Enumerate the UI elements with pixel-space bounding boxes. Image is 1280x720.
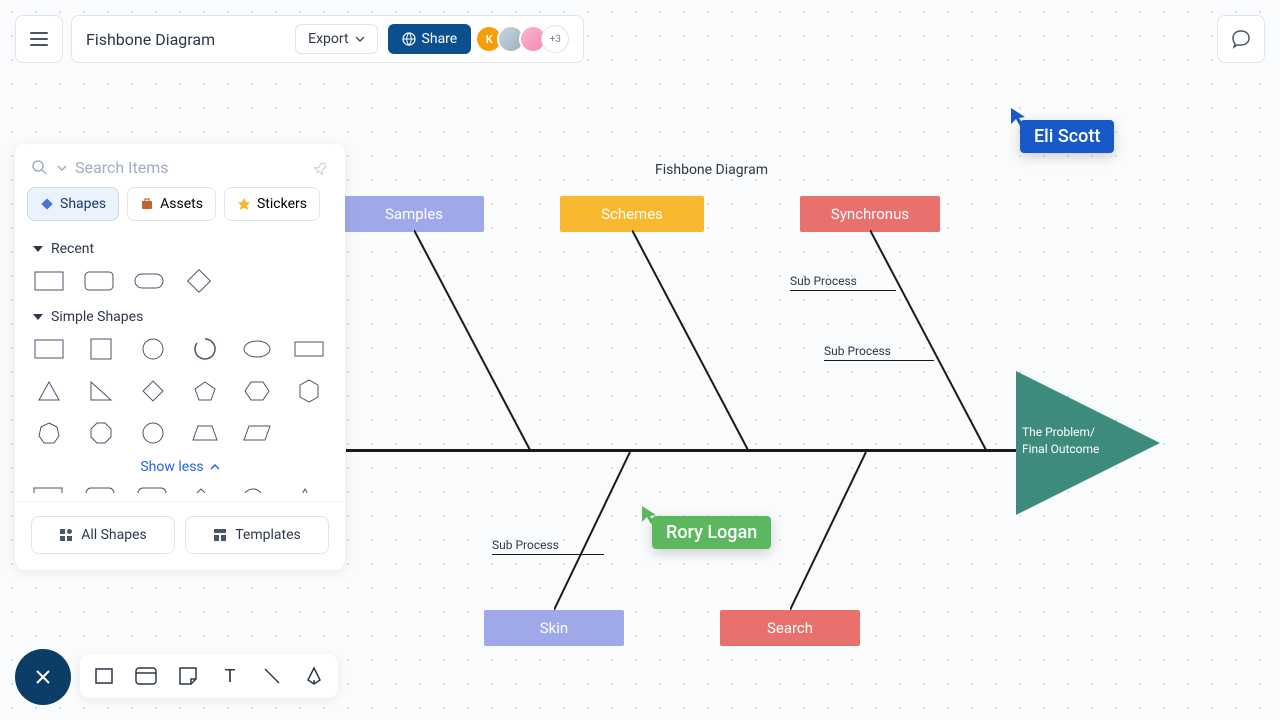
- export-button[interactable]: Export: [295, 24, 377, 54]
- tool-text[interactable]: T: [216, 662, 244, 690]
- star-icon: [237, 197, 251, 211]
- shape-triangle[interactable]: [33, 379, 65, 403]
- shape-heptagon[interactable]: [33, 421, 65, 445]
- comment-button[interactable]: [1217, 15, 1265, 63]
- template-icon: [213, 528, 227, 542]
- search-input[interactable]: [75, 158, 305, 177]
- briefcase-icon: [140, 197, 154, 211]
- sub-process-line[interactable]: [824, 360, 934, 361]
- shape-decagon[interactable]: [137, 421, 169, 445]
- caret-down-icon: [33, 314, 43, 320]
- section-recent[interactable]: Recent: [15, 231, 345, 263]
- svg-text:T: T: [225, 667, 236, 685]
- caret-down-icon: [33, 246, 43, 252]
- bottom-toolbar: T: [80, 654, 338, 698]
- templates-button[interactable]: Templates: [185, 516, 329, 554]
- sub-process-line[interactable]: [492, 554, 604, 555]
- shape-partial[interactable]: [33, 487, 65, 493]
- shape-diamond[interactable]: [183, 269, 215, 293]
- shape-rect-thin[interactable]: [293, 337, 325, 361]
- shape-pentagon[interactable]: [189, 379, 221, 403]
- shape-partial[interactable]: [293, 487, 325, 493]
- chevron-down-icon: [355, 36, 365, 42]
- shape-ellipse[interactable]: [241, 337, 273, 361]
- box-schemes[interactable]: Schemes: [560, 196, 704, 232]
- title-bar: Fishbone Diagram Export Share K +3: [71, 15, 584, 63]
- box-synchronus[interactable]: Synchronus: [800, 196, 940, 232]
- shape-diamond[interactable]: [137, 379, 169, 403]
- shape-rounded-rect[interactable]: [83, 269, 115, 293]
- shape-parallelogram[interactable]: [241, 421, 273, 445]
- share-button[interactable]: Share: [388, 24, 472, 54]
- sub-process-label[interactable]: Sub Process: [790, 274, 857, 288]
- shape-octagon[interactable]: [85, 421, 117, 445]
- diamond-icon: [40, 197, 54, 211]
- box-samples[interactable]: Samples: [344, 196, 484, 232]
- shape-circle[interactable]: [137, 337, 169, 361]
- cursor-tag-rory: Rory Logan: [652, 516, 771, 549]
- tool-sticky[interactable]: [174, 662, 202, 690]
- bone[interactable]: [414, 230, 544, 452]
- tool-card[interactable]: [132, 662, 160, 690]
- chat-icon: [1230, 28, 1252, 50]
- shape-partial[interactable]: [137, 487, 169, 493]
- tool-rect[interactable]: [90, 662, 118, 690]
- shapes-panel: Shapes Assets Stickers Recent Simple Sha…: [15, 144, 345, 570]
- diagram-title: Fishbone Diagram: [655, 162, 768, 178]
- outcome-text: The Problem/ Final Outcome: [1022, 424, 1099, 458]
- section-simple-shapes[interactable]: Simple Shapes: [15, 299, 345, 331]
- shape-pill[interactable]: [133, 269, 165, 293]
- shape-square[interactable]: [85, 337, 117, 361]
- tool-line[interactable]: [258, 662, 286, 690]
- bone[interactable]: [554, 452, 644, 612]
- hamburger-menu-button[interactable]: [15, 15, 63, 63]
- box-search[interactable]: Search: [720, 610, 860, 646]
- bone[interactable]: [632, 230, 762, 452]
- shape-partial[interactable]: [241, 487, 273, 493]
- tab-stickers[interactable]: Stickers: [224, 187, 320, 221]
- bone[interactable]: [870, 230, 1000, 452]
- tool-pen[interactable]: [300, 662, 328, 690]
- shape-partial[interactable]: [189, 487, 221, 493]
- avatar-more[interactable]: +3: [541, 25, 569, 53]
- shape-rect[interactable]: [33, 337, 65, 361]
- sub-process-label[interactable]: Sub Process: [824, 344, 891, 358]
- hamburger-icon: [30, 32, 48, 46]
- sub-process-label[interactable]: Sub Process: [492, 538, 559, 552]
- tab-assets[interactable]: Assets: [127, 187, 216, 221]
- tab-shapes[interactable]: Shapes: [27, 187, 119, 221]
- shape-hexagon-v[interactable]: [293, 379, 325, 403]
- all-shapes-button[interactable]: All Shapes: [31, 516, 175, 554]
- collaborator-avatars[interactable]: K +3: [481, 25, 569, 53]
- shape-right-triangle[interactable]: [85, 379, 117, 403]
- chevron-up-icon: [210, 464, 220, 470]
- bone[interactable]: [790, 452, 880, 612]
- close-panel-button[interactable]: [15, 649, 71, 705]
- close-icon: [33, 667, 53, 687]
- globe-icon: [402, 32, 416, 46]
- cursor-tag-eli: Eli Scott: [1020, 120, 1114, 153]
- show-less-toggle[interactable]: Show less: [15, 451, 345, 483]
- pin-icon[interactable]: [313, 160, 329, 176]
- shape-partial[interactable]: [85, 487, 117, 493]
- search-icon: [31, 159, 49, 177]
- shape-hexagon[interactable]: [241, 379, 273, 403]
- shape-rect[interactable]: [33, 269, 65, 293]
- shape-trapezoid[interactable]: [189, 421, 221, 445]
- document-title[interactable]: Fishbone Diagram: [86, 30, 285, 49]
- box-skin[interactable]: Skin: [484, 610, 624, 646]
- shape-arc[interactable]: [189, 337, 221, 361]
- shapes-grid-icon: [59, 528, 73, 542]
- chevron-down-icon: [57, 165, 67, 171]
- sub-process-line[interactable]: [790, 290, 896, 291]
